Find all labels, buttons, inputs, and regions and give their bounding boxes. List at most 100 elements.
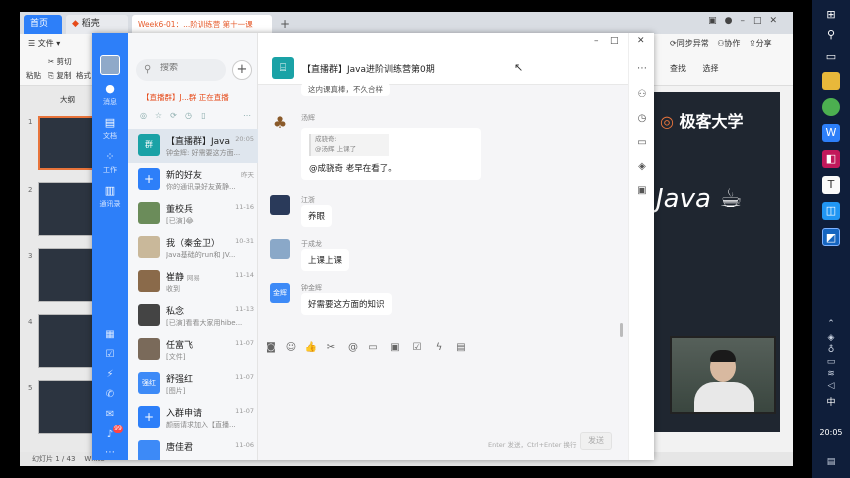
cut-button[interactable]: ✂ 剪切 (48, 56, 72, 67)
sync-status[interactable]: ⟳同步异常 (670, 39, 709, 48)
minimize-icon[interactable]: – (594, 36, 599, 46)
search-icon[interactable]: ⚲ (822, 26, 840, 44)
search-input[interactable] (160, 63, 220, 73)
slide-thumbnail[interactable] (38, 116, 94, 170)
windows-start-icon[interactable]: ⊞ (822, 6, 840, 24)
nav-docs[interactable]: ▤ 文档 (92, 117, 128, 141)
list-item[interactable]: 任富飞 11-07 [文件] (128, 333, 258, 367)
network-icon[interactable]: ◈ (824, 332, 838, 344)
app-icon[interactable]: ◧ (822, 150, 840, 168)
add-button[interactable]: + (232, 60, 252, 80)
flash-icon[interactable]: ⚡ (104, 369, 116, 381)
wifi-icon[interactable]: ≋ (824, 368, 838, 380)
file-icon[interactable]: ▯ (196, 111, 211, 120)
more-icon[interactable]: ⋯ (104, 447, 116, 459)
wps-writer-icon[interactable]: W (822, 124, 840, 142)
live-status-bar[interactable]: 【直播群】J...群 正在直播 (128, 91, 258, 105)
scissors-icon[interactable]: ✂ (324, 342, 338, 353)
quoted-message[interactable]: 成骁奇: @汤辉 上课了 (309, 134, 389, 156)
minimize-icon[interactable]: – (740, 16, 753, 26)
more-icon[interactable]: ⋯ (636, 63, 648, 75)
doc-icon[interactable]: ▣ (388, 342, 402, 353)
tab-docer[interactable]: ◆ 稻壳 (66, 15, 128, 34)
mic-icon[interactable]: ♁ (824, 344, 838, 356)
tray-icon[interactable]: ⌃ (824, 318, 838, 330)
find-button[interactable]: 查找 (670, 64, 686, 73)
folder-icon[interactable]: ▭ (636, 137, 648, 149)
collab-button[interactable]: ⚇协作 (717, 39, 740, 48)
share-button[interactable]: ⇪分享 (749, 39, 772, 48)
maximize-icon[interactable]: □ (610, 36, 619, 46)
nav-work[interactable]: ⁘ 工作 (92, 151, 128, 175)
close-icon[interactable]: ✕ (769, 16, 785, 26)
send-button[interactable]: 发送 (580, 432, 612, 450)
app-icon[interactable]: ◫ (822, 202, 840, 220)
tab-home[interactable]: 首页 (24, 15, 62, 34)
list-item[interactable]: 崔静 网易 11-14 收到 (128, 265, 258, 299)
slide-thumbnail[interactable] (38, 248, 94, 302)
star-icon[interactable]: ☆ (151, 111, 166, 120)
explorer-icon[interactable] (822, 72, 840, 90)
typora-icon[interactable]: T (822, 176, 840, 194)
contact-avatar[interactable] (270, 239, 290, 259)
schedule-icon[interactable]: ▤ (454, 342, 468, 353)
list-item[interactable]: 强红 舒强红 11-07 [图片] (128, 367, 258, 401)
select-button[interactable]: 选择 (703, 64, 719, 73)
acorn-avatar[interactable]: ♣ (270, 113, 290, 133)
notification-icon[interactable]: ▤ (824, 456, 838, 468)
nav-messages[interactable]: ● 消息 (92, 83, 128, 107)
calendar-icon[interactable]: ▦ (104, 329, 116, 341)
slide-thumbnail[interactable] (38, 380, 94, 434)
outline-tab[interactable]: 大纲 (60, 94, 75, 105)
chat-scrollbar[interactable] (620, 323, 623, 337)
format-painter-button[interactable]: 格式 (76, 70, 91, 81)
contact-avatar[interactable]: 金辉 (270, 283, 290, 303)
add-member-icon[interactable]: ⚇ (636, 89, 648, 101)
check-icon[interactable]: ☑ (410, 342, 424, 353)
like-icon[interactable]: 👍 (304, 342, 318, 353)
app-icon[interactable]: ◩ (822, 228, 840, 246)
todo-icon[interactable]: ☑ (104, 349, 116, 361)
history-icon[interactable]: ◷ (636, 113, 648, 125)
slide-thumbnail[interactable] (38, 182, 94, 236)
chrome-icon[interactable] (822, 98, 840, 116)
phone-icon[interactable]: ✆ (104, 389, 116, 401)
nav-contacts[interactable]: ▥ 通讯录 (92, 185, 128, 209)
mail-icon[interactable]: ✉ (104, 409, 116, 421)
layout-icon[interactable]: ▣ (708, 16, 725, 26)
at-icon[interactable]: @ (346, 342, 360, 353)
maximize-icon[interactable]: □ (753, 16, 770, 26)
file-menu[interactable]: ☰ 文件 ▾ (28, 38, 60, 49)
close-icon[interactable]: ✕ (637, 36, 645, 46)
list-item[interactable]: 群 【直播群】Java... 20:05 钟金辉: 好需要这方面... (128, 129, 258, 163)
folder-icon[interactable]: ▭ (366, 342, 380, 353)
list-item[interactable]: 我（秦金卫） 10-31 Java基础的run和 JV... (128, 231, 258, 265)
input-language[interactable]: 中 (812, 395, 850, 408)
list-item[interactable]: 董校兵 11-16 [已演]😂 (128, 197, 258, 231)
volume-icon[interactable]: ◁ (824, 380, 838, 392)
contact-avatar[interactable] (270, 195, 290, 215)
power-icon[interactable]: ▭ (824, 356, 838, 368)
gif-icon[interactable]: ◙ (264, 342, 278, 353)
more-icon[interactable]: ⋯ (243, 111, 251, 120)
tab-presentation[interactable]: Week6-01：...阶训练营 第十一课 (132, 15, 272, 34)
search-box[interactable]: ⚲ (136, 59, 226, 81)
task-view-icon[interactable]: ▭ (822, 48, 840, 66)
list-item[interactable]: + 新的好友 昨天 你的通讯录好友黄静... (128, 163, 258, 197)
list-item[interactable]: 私念 11-13 [已演]看看大家用hibe... (128, 299, 258, 333)
announce-icon[interactable]: ◈ (636, 161, 648, 173)
mention-icon[interactable]: ◎ (136, 111, 151, 120)
list-item[interactable]: + 入群申请 11-07 颜丽请求加入【直播... (128, 401, 258, 435)
copy-button[interactable]: ⎘ 复制 (48, 70, 71, 81)
paste-button[interactable]: 粘贴 (26, 70, 41, 81)
slide-thumbnail[interactable] (38, 314, 94, 368)
list-item[interactable]: 唐佳君 11-06 (128, 435, 258, 460)
emoji-icon[interactable]: ☺ (284, 342, 298, 353)
taskbar-clock[interactable]: 20:05 (812, 428, 850, 437)
new-tab-button[interactable]: + (274, 15, 290, 34)
refresh-icon[interactable]: ⟳ (166, 111, 181, 120)
live-icon[interactable]: ▣ (636, 185, 648, 197)
avatar-icon[interactable]: ● (725, 16, 741, 26)
avatar[interactable] (100, 55, 120, 75)
flash-icon[interactable]: ϟ (432, 342, 446, 353)
